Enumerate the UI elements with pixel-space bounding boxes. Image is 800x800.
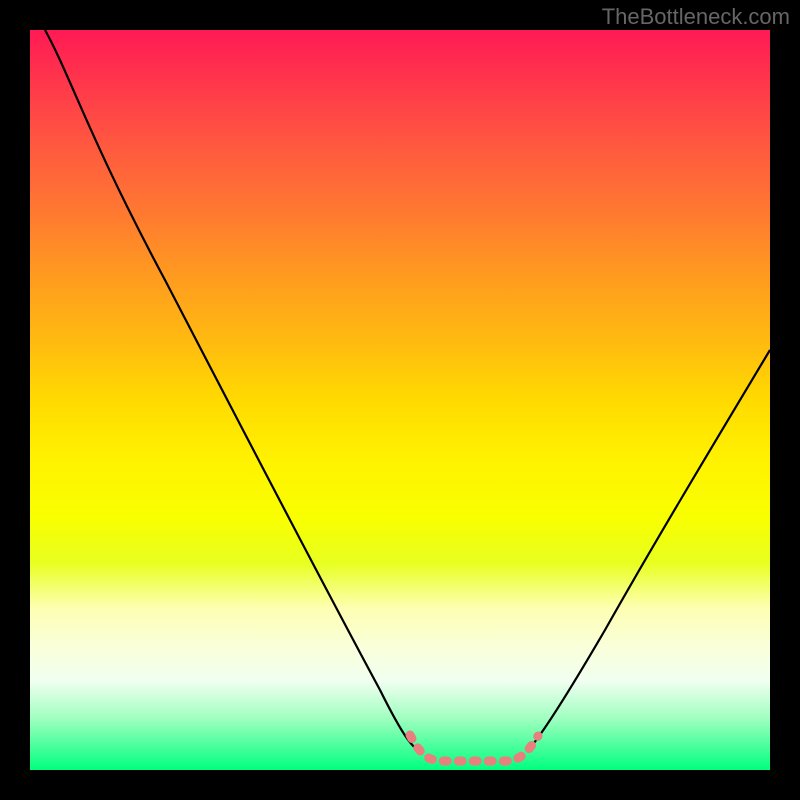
highlight-bottom [410, 735, 538, 761]
chart-svg [30, 30, 770, 770]
watermark-text: TheBottleneck.com [602, 4, 790, 30]
curve-right [530, 350, 770, 748]
curve-left [45, 30, 418, 750]
chart-frame: TheBottleneck.com [0, 0, 800, 800]
